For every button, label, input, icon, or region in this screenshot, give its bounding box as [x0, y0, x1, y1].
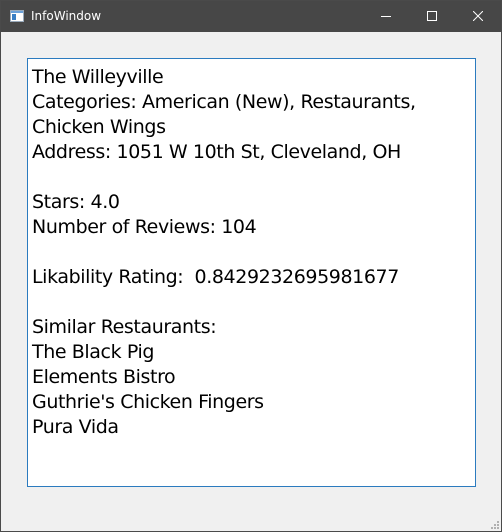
categories-line-2: Chicken Wings: [32, 116, 166, 138]
similar-item: Pura Vida: [32, 416, 119, 438]
address: Address: 1051 W 10th St, Cleveland, OH: [32, 141, 401, 163]
stars: Stars: 4.0: [32, 191, 120, 213]
info-text-area[interactable]: The Willeyville Categories: American (Ne…: [27, 58, 476, 487]
maximize-button[interactable]: [409, 1, 455, 32]
resize-grip-icon[interactable]: [489, 519, 499, 529]
similar-item: The Black Pig: [32, 341, 155, 363]
close-button[interactable]: [455, 1, 501, 32]
similar-item: Guthrie's Chicken Fingers: [32, 391, 264, 413]
close-icon: [473, 11, 483, 21]
review-count: Number of Reviews: 104: [32, 216, 257, 238]
minimize-icon: [381, 16, 391, 17]
likability-rating: Likability Rating: 0.8429232695981677: [32, 266, 399, 288]
window-title: InfoWindow: [31, 9, 102, 23]
similar-item: Elements Bistro: [32, 366, 176, 388]
title-bar[interactable]: InfoWindow: [1, 1, 501, 32]
minimize-button[interactable]: [363, 1, 409, 32]
similar-header: Similar Restaurants:: [32, 316, 217, 338]
restaurant-name: The Willeyville: [32, 66, 164, 88]
app-icon: [10, 10, 24, 22]
maximize-icon: [427, 11, 437, 21]
categories-line-1: Categories: American (New), Restaurants,: [32, 91, 416, 113]
info-window: InfoWindow The Willeyville Categories: A…: [0, 0, 502, 532]
